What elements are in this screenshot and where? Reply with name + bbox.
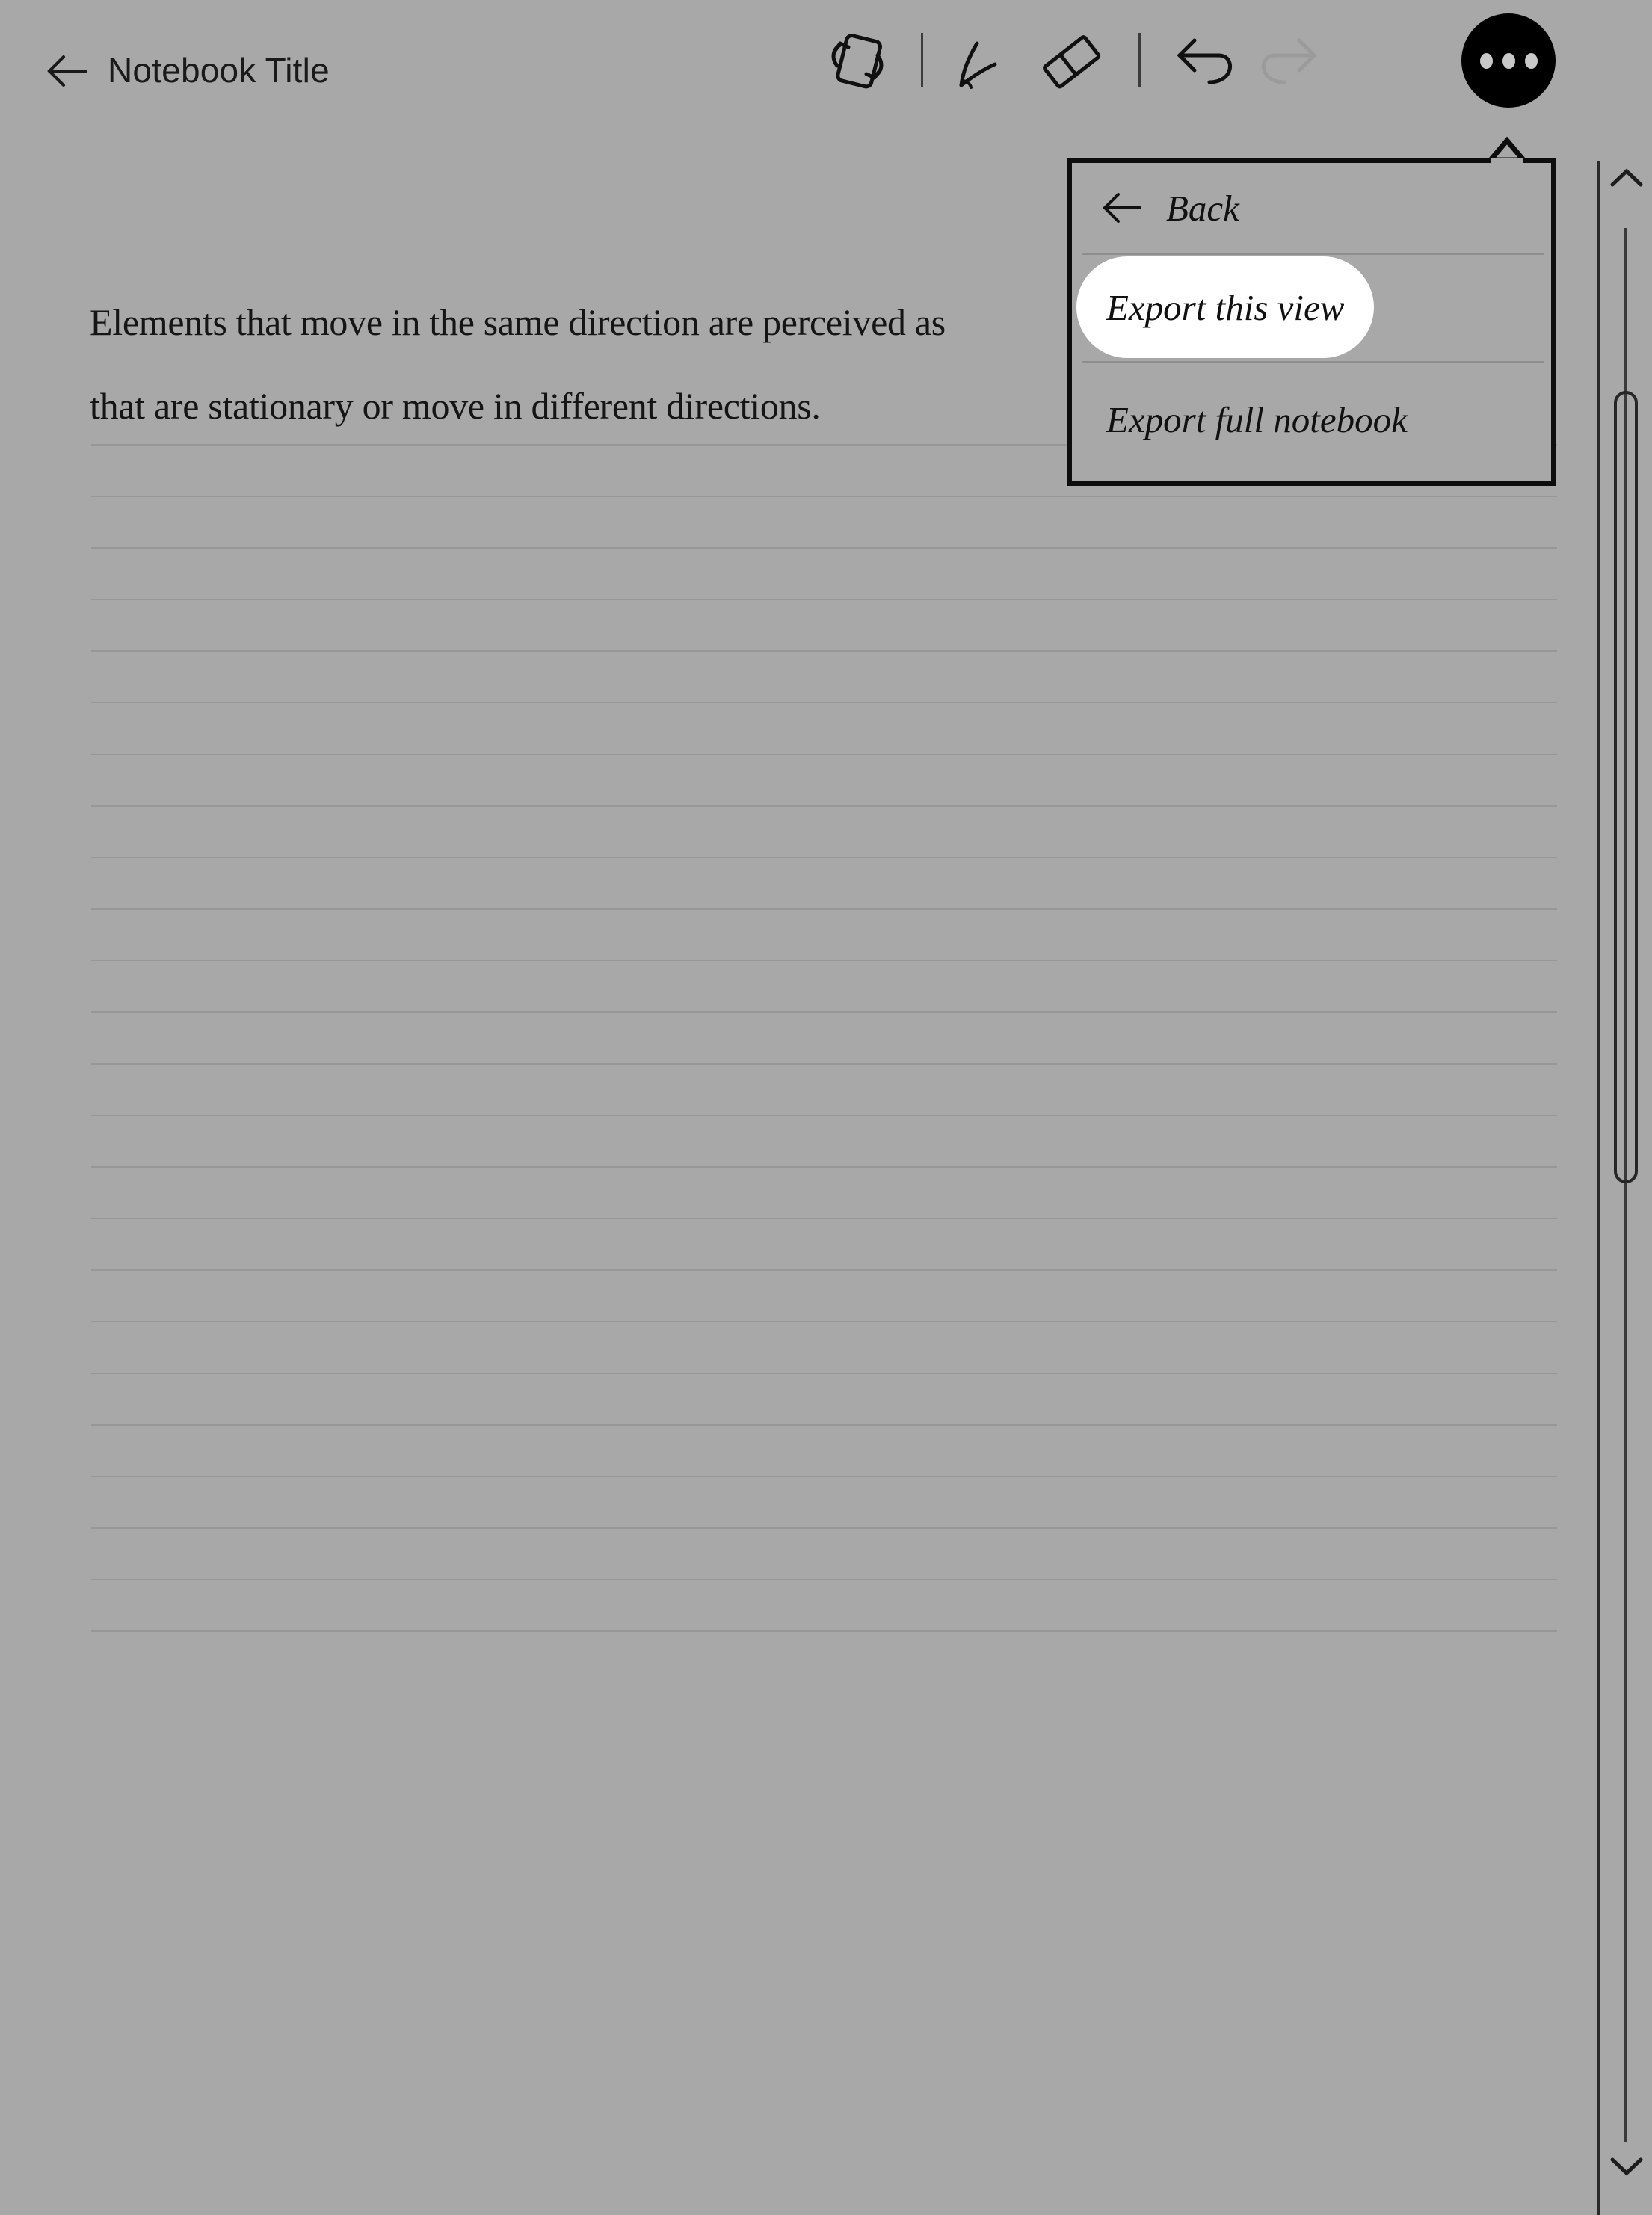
ruled-line xyxy=(91,1527,1557,1529)
menu-item-export-full-notebook[interactable]: Export full notebook xyxy=(1072,363,1585,475)
menu-divider xyxy=(1082,253,1544,255)
ruled-line xyxy=(91,1476,1557,1477)
menu-item-export-this-view-label: Export this view xyxy=(1106,286,1345,328)
menu-item-export-this-view[interactable]: Export this view xyxy=(1072,256,1556,359)
ruled-line xyxy=(91,1630,1557,1632)
ruled-line xyxy=(91,1115,1557,1116)
ruled-line xyxy=(91,1321,1557,1322)
toolbar-divider xyxy=(1138,32,1141,87)
menu-item-back-label: Back xyxy=(1166,187,1239,229)
ruled-line xyxy=(91,754,1557,755)
ruled-line xyxy=(91,1269,1557,1271)
selected-highlight[interactable]: Export this view xyxy=(1076,256,1375,358)
scrollbar[interactable] xyxy=(1600,153,1652,2215)
ruled-line xyxy=(91,547,1557,549)
ruled-line xyxy=(91,1011,1557,1013)
ruled-line xyxy=(91,1166,1557,1168)
ruled-line xyxy=(91,960,1557,961)
ruled-line xyxy=(91,496,1557,497)
ruled-line xyxy=(91,805,1557,807)
ellipsis-dot xyxy=(1524,52,1538,69)
toolbar-divider xyxy=(921,32,923,87)
ruled-line xyxy=(91,702,1557,703)
ruled-line xyxy=(91,1218,1557,1219)
ruled-line xyxy=(91,599,1557,600)
ruled-line xyxy=(91,908,1557,910)
chevron-down-icon[interactable] xyxy=(1610,2157,1643,2176)
ellipsis-icon[interactable] xyxy=(1461,13,1556,108)
ellipsis-dot xyxy=(1479,52,1493,69)
export-popup-menu[interactable]: Back Export this view Export full notebo… xyxy=(1067,158,1556,486)
page-title: Notebook Title xyxy=(108,50,330,90)
note-text-line: Elements that move in the same direction… xyxy=(90,301,946,343)
ruled-line xyxy=(91,1373,1557,1374)
ruled-line xyxy=(91,1424,1557,1426)
menu-item-export-full-notebook-label: Export full notebook xyxy=(1106,398,1408,440)
undo-icon[interactable] xyxy=(1163,18,1247,102)
menu-item-back[interactable]: Back xyxy=(1072,163,1581,253)
back-button[interactable]: Notebook Title xyxy=(46,46,330,96)
ruled-line xyxy=(91,1579,1557,1580)
scroll-thumb[interactable] xyxy=(1614,391,1638,1183)
top-toolbar: Notebook Title xyxy=(0,0,1652,153)
tool-group xyxy=(815,16,1331,102)
note-text-line: that are stationary or move in different… xyxy=(90,385,821,427)
note-text-block: Elements that move in the same direction… xyxy=(90,280,1076,448)
ruled-line xyxy=(91,1063,1557,1065)
rotate-page-icon[interactable] xyxy=(815,18,899,102)
ruled-line xyxy=(91,857,1557,858)
ruled-line xyxy=(91,650,1557,652)
back-arrow-icon xyxy=(46,55,88,87)
back-arrow-icon xyxy=(1102,192,1142,224)
popup-pointer-arrow xyxy=(1485,136,1529,167)
eraser-icon[interactable] xyxy=(1029,18,1113,102)
ellipsis-dot xyxy=(1502,52,1515,69)
redo-icon xyxy=(1247,18,1331,102)
chevron-up-icon[interactable] xyxy=(1610,168,1643,188)
pen-icon[interactable] xyxy=(946,18,1029,102)
